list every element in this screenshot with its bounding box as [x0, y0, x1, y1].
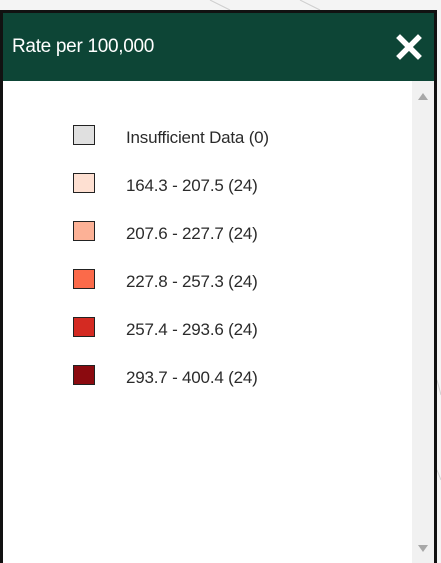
legend-item-range-1: 164.3 - 207.5 (24): [73, 159, 434, 207]
legend-label: 257.4 - 293.6 (24): [126, 320, 258, 339]
legend-item-range-4: 257.4 - 293.6 (24): [73, 303, 434, 351]
close-button[interactable]: [394, 32, 424, 62]
legend-swatch: [73, 221, 95, 241]
legend-item-range-2: 207.6 - 227.7 (24): [73, 207, 434, 255]
legend-swatch: [73, 365, 95, 385]
legend-body[interactable]: Insufficient Data (0) 164.3 - 207.5 (24)…: [3, 81, 434, 563]
scrollbar[interactable]: [412, 81, 434, 563]
legend-swatch: [73, 173, 95, 193]
legend-label: Insufficient Data (0): [126, 128, 269, 147]
legend-item-range-5: 293.7 - 400.4 (24): [73, 351, 434, 399]
legend-swatch: [73, 125, 95, 145]
scroll-down-button[interactable]: [412, 539, 434, 557]
legend-item-insufficient: Insufficient Data (0): [73, 111, 434, 159]
legend-header: Rate per 100,000: [3, 13, 434, 81]
legend-label: 227.8 - 257.3 (24): [126, 272, 258, 291]
legend-label: 293.7 - 400.4 (24): [126, 368, 258, 387]
legend-item-range-3: 227.8 - 257.3 (24): [73, 255, 434, 303]
legend-label: 164.3 - 207.5 (24): [126, 176, 258, 195]
legend-panel: Rate per 100,000 Insufficient Data (0) 1…: [0, 10, 437, 563]
legend-swatch: [73, 269, 95, 289]
scroll-up-button[interactable]: [412, 87, 434, 105]
close-icon: [396, 34, 422, 60]
triangle-up-icon: [418, 92, 428, 100]
legend-swatch: [73, 317, 95, 337]
legend-title: Rate per 100,000: [12, 36, 155, 57]
triangle-down-icon: [418, 544, 428, 552]
legend-label: 207.6 - 227.7 (24): [126, 224, 258, 243]
legend-list: Insufficient Data (0) 164.3 - 207.5 (24)…: [3, 81, 434, 399]
